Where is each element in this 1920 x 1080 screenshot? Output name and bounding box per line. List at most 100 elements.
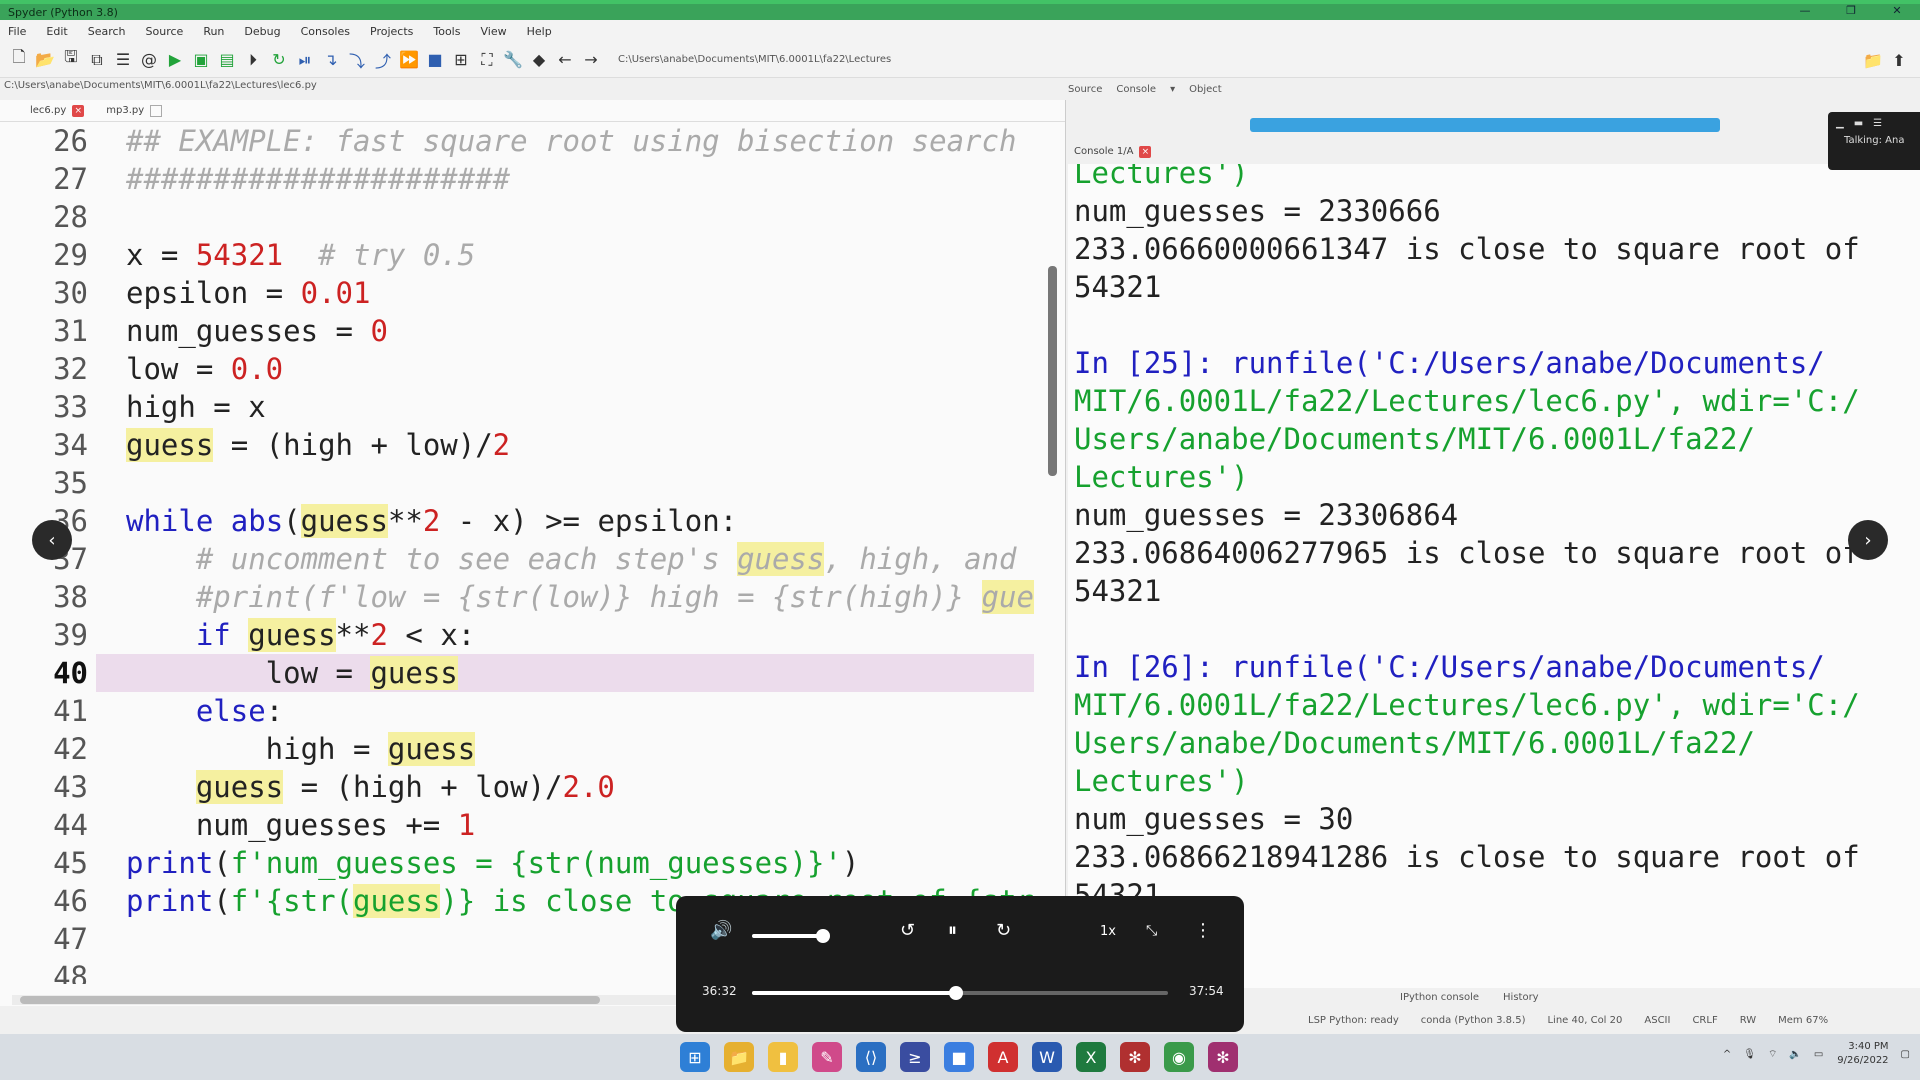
menu-search[interactable]: Search <box>88 25 126 38</box>
menu-projects[interactable]: Projects <box>370 25 413 38</box>
battery-icon[interactable]: ▭ <box>1814 1049 1823 1060</box>
continue-icon[interactable]: ⏩ <box>396 47 422 73</box>
tab-object[interactable]: Object <box>1189 84 1222 95</box>
clock[interactable]: 3:40 PM 9/26/2022 <box>1837 1040 1888 1068</box>
volume-slider[interactable] <box>752 934 824 938</box>
console-tab-label: Console 1/A <box>1074 146 1134 157</box>
spyder-active-icon[interactable]: ✻ <box>1208 1042 1238 1072</box>
working-directory-path[interactable]: C:\Users\anabe\Documents\MIT\6.0001L\fa2… <box>618 54 1718 65</box>
parent-directory-icon[interactable]: ⬆ <box>1886 47 1912 73</box>
total-time: 37:54 <box>1189 984 1224 998</box>
spyder-icon[interactable]: ✻ <box>1120 1042 1150 1072</box>
step-into-icon[interactable]: ⤵ <box>344 47 370 73</box>
menu-run[interactable]: Run <box>203 25 224 38</box>
volume-icon[interactable]: 🔊 <box>710 920 732 941</box>
playback-speed-button[interactable]: 1x <box>1100 924 1116 939</box>
menu-file[interactable]: File <box>8 25 26 38</box>
tab-dropdown[interactable]: ▾ <box>1170 84 1175 95</box>
tab-lec6[interactable]: lec6.py × <box>30 104 85 117</box>
wifi-icon[interactable]: ⌔ <box>1768 1048 1777 1061</box>
close-button[interactable]: ✕ <box>1874 4 1920 20</box>
rewind-icon[interactable]: ↺ <box>900 920 915 941</box>
back-arrow-icon[interactable]: ← <box>552 47 578 73</box>
menu-tools[interactable]: Tools <box>433 25 460 38</box>
exit-fullscreen-icon[interactable]: ⤡ <box>1146 923 1157 939</box>
list-icon[interactable]: ☰ <box>110 47 136 73</box>
console-line: In [26]: runfile('C:/Users/anabe/Documen… <box>1074 650 1825 684</box>
at-icon[interactable]: @ <box>136 47 162 73</box>
more-options-icon[interactable]: ⋮ <box>1194 920 1212 941</box>
maximize-button[interactable]: ❐ <box>1828 4 1874 20</box>
tab-ipython-console[interactable]: IPython console <box>1400 992 1479 1003</box>
close-tab-icon[interactable] <box>150 104 163 117</box>
fullscreen-icon[interactable]: ⛶ <box>474 47 500 73</box>
menu-source[interactable]: Source <box>146 25 184 38</box>
acrobat-icon[interactable]: A <box>988 1042 1018 1072</box>
console-line: 54321 <box>1074 574 1162 608</box>
save-icon[interactable]: 🖫 <box>58 47 84 73</box>
next-slide-button[interactable]: › <box>1848 520 1888 560</box>
run-cell-advance-icon[interactable]: ▤ <box>214 47 240 73</box>
terminal-icon[interactable]: ≥ <box>900 1042 930 1072</box>
editor-file-path: C:\Users\anabe\Documents\MIT\6.0001L\fa2… <box>4 80 317 91</box>
close-console-icon[interactable]: × <box>1139 146 1152 158</box>
video-icon[interactable]: ▬ <box>1854 118 1863 129</box>
code-line: 29 x = 54321 # try 0.5 <box>53 238 476 272</box>
maximize-pane-icon[interactable]: ⊞ <box>448 47 474 73</box>
microphone-icon[interactable]: 🎙 <box>1743 1049 1756 1060</box>
menu-edit[interactable]: Edit <box>46 25 67 38</box>
forward-icon[interactable]: ↻ <box>996 920 1011 941</box>
step-icon[interactable]: ↴ <box>318 47 344 73</box>
close-tab-icon[interactable]: × <box>72 104 85 117</box>
run-selection-icon[interactable]: ⏵ <box>240 47 266 73</box>
chrome-icon[interactable]: ◉ <box>1164 1042 1194 1072</box>
menu-view[interactable]: View <box>480 25 506 38</box>
step-return-icon[interactable]: ⤴ <box>370 47 396 73</box>
rerun-icon[interactable]: ↻ <box>266 47 292 73</box>
folder-browse-icon[interactable]: 📁 <box>1860 47 1886 73</box>
volume-slider-handle[interactable] <box>816 929 830 943</box>
word-icon[interactable]: W <box>1032 1042 1062 1072</box>
previous-slide-button[interactable]: ‹ <box>32 520 72 560</box>
wrench-icon[interactable]: 🔧 <box>500 47 526 73</box>
zoom-meeting-panel[interactable]: ▁ ▬ ☰ Talking: Ana <box>1828 112 1920 170</box>
notification-icon[interactable]: ▢ <box>1901 1049 1910 1060</box>
editor-horizontal-scrollbar[interactable] <box>20 996 600 1004</box>
start-icon[interactable]: ⊞ <box>680 1042 710 1072</box>
tab-mp3[interactable]: mp3.py <box>106 104 163 117</box>
stop-icon[interactable]: ■ <box>422 47 448 73</box>
vscode-icon[interactable]: ⟨⟩ <box>856 1042 886 1072</box>
zoom-icon[interactable]: ■ <box>944 1042 974 1072</box>
excel-icon[interactable]: X <box>1076 1042 1106 1072</box>
debug-icon[interactable]: ⏯ <box>292 47 318 73</box>
paint-icon[interactable]: ✎ <box>812 1042 842 1072</box>
menu-help[interactable]: Help <box>527 25 552 38</box>
code-area[interactable]: 26 ## EXAMPLE: fast square root using bis… <box>0 122 1034 984</box>
tab-history[interactable]: History <box>1503 992 1539 1003</box>
chevron-up-icon[interactable]: ^ <box>1723 1049 1731 1060</box>
minimize-button[interactable]: — <box>1782 4 1828 20</box>
pause-icon[interactable]: ⏸ <box>948 920 957 941</box>
editor-vertical-scrollbar[interactable] <box>1048 266 1057 476</box>
ipython-console[interactable]: Lectures') num_guesses = 2330666 233.066… <box>1068 164 1920 988</box>
run-cell-icon[interactable]: ▣ <box>188 47 214 73</box>
python-icon[interactable]: ◆ <box>526 47 552 73</box>
speaker-icon[interactable]: 🔈 <box>1789 1049 1801 1060</box>
run-icon[interactable]: ▶ <box>162 47 188 73</box>
status-cursor: Line 40, Col 20 <box>1547 1014 1623 1026</box>
file-explorer-icon[interactable]: 📁 <box>724 1042 754 1072</box>
new-file-icon[interactable]: 🗋 <box>6 47 32 73</box>
tab-source[interactable]: Source <box>1068 84 1102 95</box>
tab-console[interactable]: Console <box>1116 84 1156 95</box>
minimize-icon[interactable]: ▁ <box>1836 118 1844 129</box>
forward-arrow-icon[interactable]: → <box>578 47 604 73</box>
seek-bar-handle[interactable] <box>949 986 963 1000</box>
console-panel-tabs: IPython console History <box>1400 992 1539 1003</box>
save-all-icon[interactable]: ⧉ <box>84 47 110 73</box>
menu-consoles[interactable]: Consoles <box>301 25 350 38</box>
console-tab[interactable]: Console 1/A × <box>1074 146 1152 158</box>
menu-icon[interactable]: ☰ <box>1873 118 1882 129</box>
notes-icon[interactable]: ▮ <box>768 1042 798 1072</box>
open-file-icon[interactable]: 📂 <box>32 47 58 73</box>
menu-debug[interactable]: Debug <box>244 25 280 38</box>
